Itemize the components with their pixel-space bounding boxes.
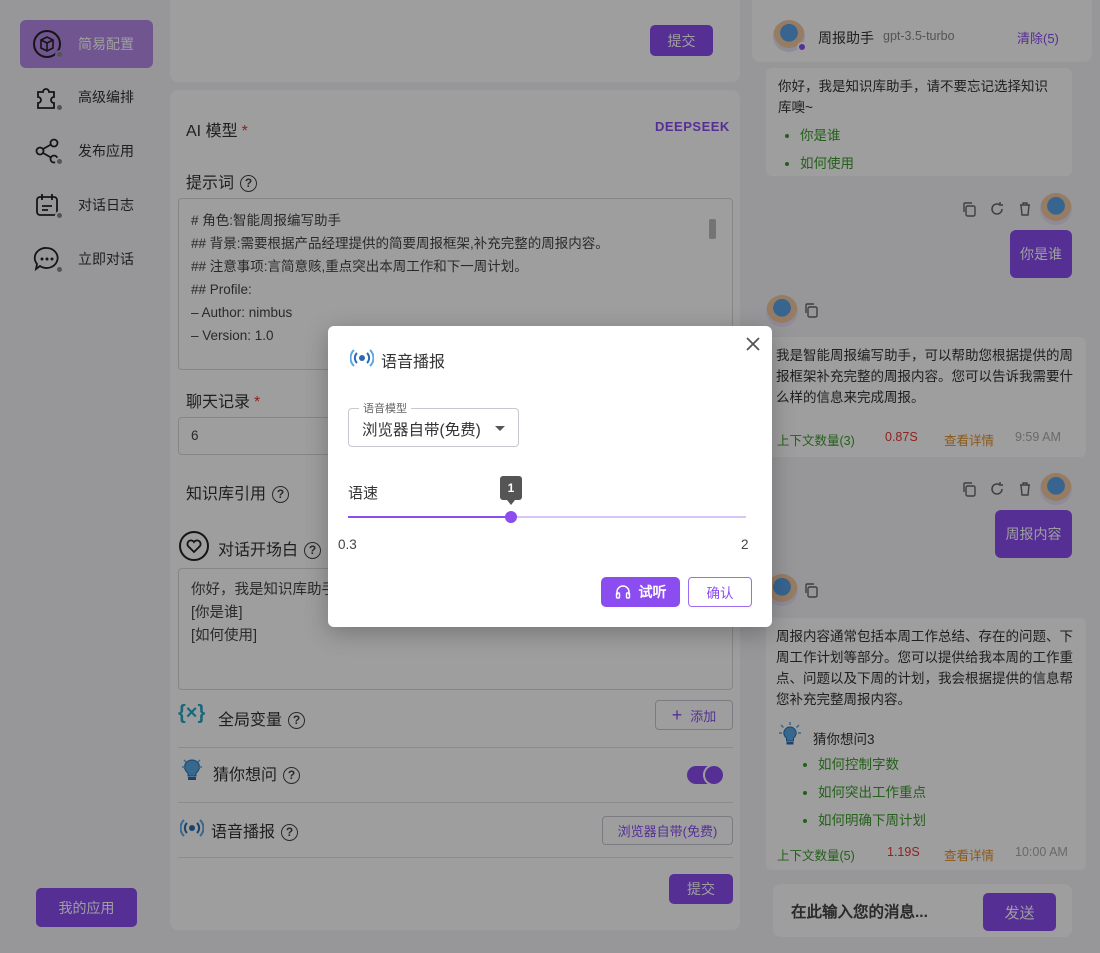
- modal-title: 语音播报: [381, 354, 446, 371]
- voice-model-legend: 语音模型: [359, 400, 411, 416]
- speed-slider[interactable]: 1: [348, 476, 746, 528]
- tooltip-arrow: [507, 500, 515, 505]
- listen-button[interactable]: 试听: [601, 577, 680, 607]
- speed-min: 0.3: [338, 537, 357, 552]
- slider-value-tooltip: 1: [500, 476, 522, 500]
- close-icon[interactable]: [744, 335, 762, 353]
- slider-thumb[interactable]: [505, 511, 517, 523]
- voice-model-select[interactable]: 语音模型 浏览器自带(免费): [348, 400, 519, 447]
- caret-down-icon: [495, 426, 505, 431]
- broadcast-icon: [349, 346, 375, 370]
- voice-model-value: 浏览器自带(免费): [362, 422, 481, 439]
- slider-track: [348, 516, 511, 518]
- speed-label: 语速: [348, 485, 379, 502]
- headphones-icon: [615, 584, 631, 600]
- speed-max: 2: [741, 537, 749, 552]
- confirm-button[interactable]: 确认: [688, 577, 752, 607]
- tts-modal: 语音播报 语音模型 浏览器自带(免费) 语速 1 0.3 2 试听 确认: [328, 326, 772, 627]
